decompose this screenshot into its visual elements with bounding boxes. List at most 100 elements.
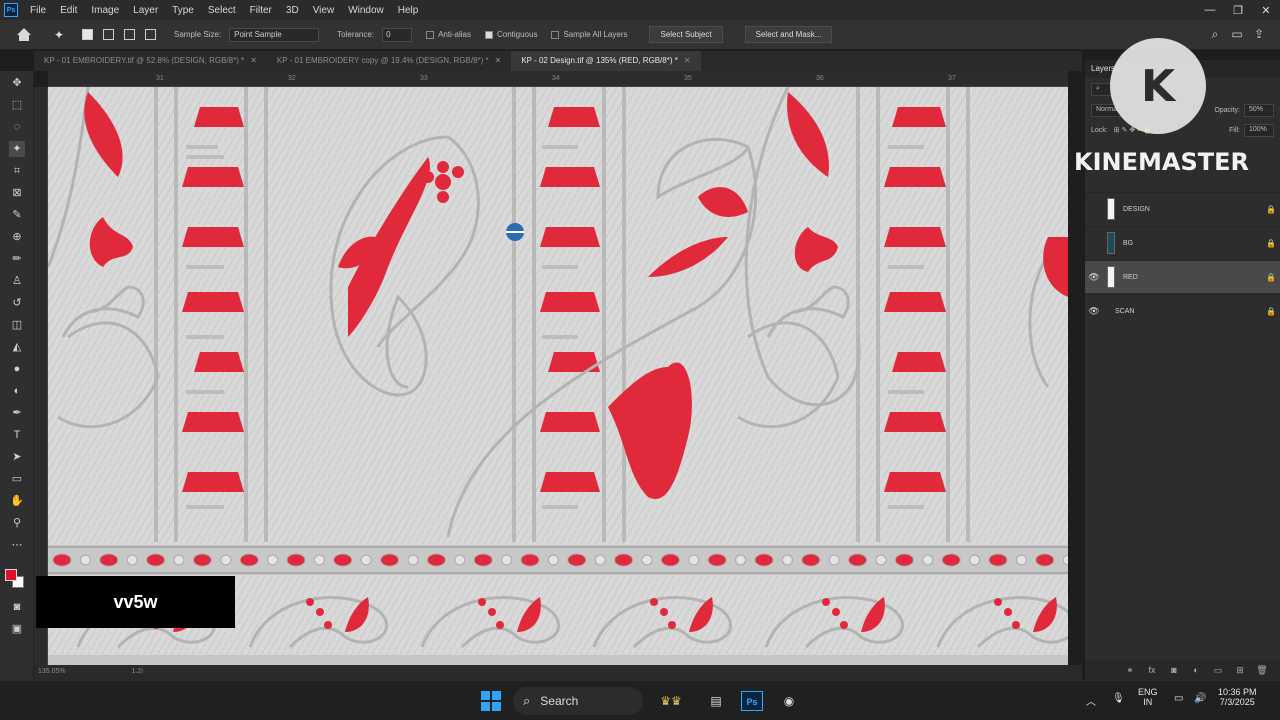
chrome-icon[interactable]: ◉ <box>778 691 800 711</box>
widgets-icon[interactable]: ♛♛ <box>652 691 690 711</box>
intersect-selection-mode-button[interactable] <box>145 29 156 40</box>
layer-row-red[interactable]: 👁 RED 🔒 <box>1085 260 1280 293</box>
home-icon[interactable] <box>16 27 32 42</box>
foreground-color-swatch[interactable] <box>5 569 17 581</box>
blur-tool-icon[interactable]: ● <box>9 361 25 377</box>
taskbar-search[interactable]: ⌕ Search <box>513 687 643 715</box>
menu-filter[interactable]: Filter <box>244 5 280 16</box>
path-selection-icon[interactable]: ➤ <box>9 449 25 465</box>
pen-tool-icon[interactable]: ✒ <box>9 405 25 421</box>
dodge-tool-icon[interactable]: ◐ <box>9 383 25 399</box>
fill-input[interactable]: 100% <box>1244 123 1274 137</box>
red-bead <box>239 553 259 567</box>
photoshop-logo-icon: Ps <box>4 3 18 17</box>
workspace-icon[interactable]: ▭ <box>1226 27 1248 42</box>
eye-icon[interactable]: 👁 <box>1085 272 1103 283</box>
tolerance-input[interactable]: 0 <box>382 27 413 42</box>
sample-all-layers-checkbox[interactable]: Sample All Layers <box>551 30 627 39</box>
zoom-tool-icon[interactable]: ⚲ <box>9 515 25 531</box>
ruler-tick: 35 <box>684 75 692 82</box>
menu-type[interactable]: Type <box>166 5 202 16</box>
eraser-tool-icon[interactable]: ◫ <box>9 317 25 333</box>
menu-select[interactable]: Select <box>202 5 244 16</box>
anti-alias-checkbox[interactable]: Anti-alias <box>426 30 471 39</box>
brush-tool-icon[interactable]: ✏ <box>9 251 25 267</box>
menu-window[interactable]: Window <box>342 5 392 16</box>
windows-taskbar: ⌕ Search ♛♛ ▤ Ps ◉ ︿ 🎙 ENG IN ▭ 🔊 10:36 … <box>0 680 1280 720</box>
add-selection-mode-button[interactable] <box>103 29 114 40</box>
menu-image[interactable]: Image <box>85 5 127 16</box>
file-explorer-icon[interactable]: ▤ <box>705 691 727 711</box>
more-tools-icon[interactable]: ⋯ <box>9 537 25 553</box>
tray-chevron-icon[interactable]: ︿ <box>1086 693 1096 708</box>
add-mask-icon[interactable]: ◙ <box>1163 665 1185 675</box>
opacity-input[interactable]: 50% <box>1244 103 1274 117</box>
healing-tool-icon[interactable]: ⊕ <box>9 229 25 245</box>
tab-embroidery-copy[interactable]: KP - 01 EMBROIDERY copy @ 19.4% (DESIGN,… <box>267 51 511 71</box>
new-selection-mode-button[interactable] <box>82 29 93 40</box>
paint-bucket-icon[interactable]: ◭ <box>9 339 25 355</box>
menu-layer[interactable]: Layer <box>127 5 166 16</box>
move-tool-icon[interactable]: ✥ <box>9 75 25 91</box>
new-layer-icon[interactable]: ⊞ <box>1229 665 1251 676</box>
tab-design-active[interactable]: KP - 02 Design.tif @ 135% (RED, RGB/8*) … <box>511 51 701 71</box>
layer-row-bg[interactable]: BG 🔒 <box>1085 226 1280 259</box>
select-subject-button[interactable]: Select Subject <box>649 26 723 43</box>
new-group-icon[interactable]: ▭ <box>1207 665 1229 676</box>
type-tool-icon[interactable]: T <box>9 427 25 443</box>
screen-mode-icon[interactable]: ▣ <box>9 621 25 637</box>
lasso-tool-icon[interactable]: ◌ <box>9 119 25 135</box>
language-indicator[interactable]: ENG IN <box>1138 687 1158 707</box>
white-bead <box>688 554 700 566</box>
link-layers-icon[interactable]: ⚭ <box>1119 665 1141 676</box>
frame-tool-icon[interactable]: ⊠ <box>9 185 25 201</box>
menu-edit[interactable]: Edit <box>54 5 85 16</box>
tab-embroidery[interactable]: KP - 01 EMBROIDERY.tif @ 52.8% (DESIGN, … <box>34 51 267 71</box>
red-bead <box>473 553 493 567</box>
shape-tool-icon[interactable]: ▭ <box>9 471 25 487</box>
zoom-level[interactable]: 135.05% <box>38 668 66 675</box>
menu-3d[interactable]: 3D <box>280 5 307 16</box>
marquee-tool-icon[interactable]: ⬚ <box>9 97 25 113</box>
contiguous-checkbox[interactable]: Contiguous <box>484 30 537 39</box>
restore-button[interactable]: ❐ <box>1224 4 1252 17</box>
windows-start-icon[interactable] <box>481 691 501 711</box>
sample-size-select[interactable]: Point Sample <box>229 27 320 42</box>
hand-tool-icon[interactable]: ✋ <box>9 493 25 509</box>
share-icon[interactable]: ⇪ <box>1248 27 1270 42</box>
menu-bar: Ps File Edit Image Layer Type Select Fil… <box>0 0 1280 20</box>
volume-icon[interactable]: 🔊 <box>1194 693 1206 704</box>
delete-layer-icon[interactable]: 🗑 <box>1251 665 1273 676</box>
menu-view[interactable]: View <box>307 5 343 16</box>
select-and-mask-button[interactable]: Select and Mask... <box>744 26 833 43</box>
red-bead <box>707 553 727 567</box>
photoshop-taskbar-icon[interactable]: Ps <box>741 691 763 711</box>
layer-row-scan[interactable]: 👁 SCAN 🔒 <box>1085 294 1280 327</box>
layer-thumbnail <box>1107 232 1115 254</box>
stamp-tool-icon[interactable]: ♙ <box>9 273 25 289</box>
eyedropper-tool-icon[interactable]: ✎ <box>9 207 25 223</box>
network-icon[interactable]: ▭ <box>1174 693 1183 704</box>
history-brush-icon[interactable]: ↺ <box>9 295 25 311</box>
minimize-button[interactable]: — <box>1196 4 1224 17</box>
menu-help[interactable]: Help <box>392 5 427 16</box>
clock-date: 7/3/2025 <box>1219 697 1255 707</box>
adjustment-layer-icon[interactable]: ◐ <box>1185 665 1207 675</box>
close-tab-icon[interactable]: ✕ <box>684 56 691 65</box>
microphone-icon[interactable]: 🎙 <box>1112 693 1125 704</box>
crop-tool-icon[interactable]: ⌗ <box>9 163 25 179</box>
clock[interactable]: 10:36 PM 7/3/2025 <box>1218 687 1257 707</box>
red-bead <box>333 553 353 567</box>
magic-wand-icon[interactable]: ✦ <box>9 141 25 157</box>
search-icon[interactable]: ⌕ <box>1204 27 1226 42</box>
magic-wand-tool-icon[interactable]: ✦ <box>54 28 72 42</box>
menu-file[interactable]: File <box>24 5 54 16</box>
close-tab-icon[interactable]: ✕ <box>250 56 257 65</box>
layer-row-design[interactable]: DESIGN 🔒 <box>1085 192 1280 225</box>
subtract-selection-mode-button[interactable] <box>124 29 135 40</box>
close-button[interactable]: ✕ <box>1252 4 1280 17</box>
eye-icon[interactable]: 👁 <box>1085 306 1103 317</box>
fx-icon[interactable]: fx <box>1141 665 1163 675</box>
close-tab-icon[interactable]: ✕ <box>495 56 502 65</box>
quick-mask-icon[interactable]: ◙ <box>9 599 25 615</box>
